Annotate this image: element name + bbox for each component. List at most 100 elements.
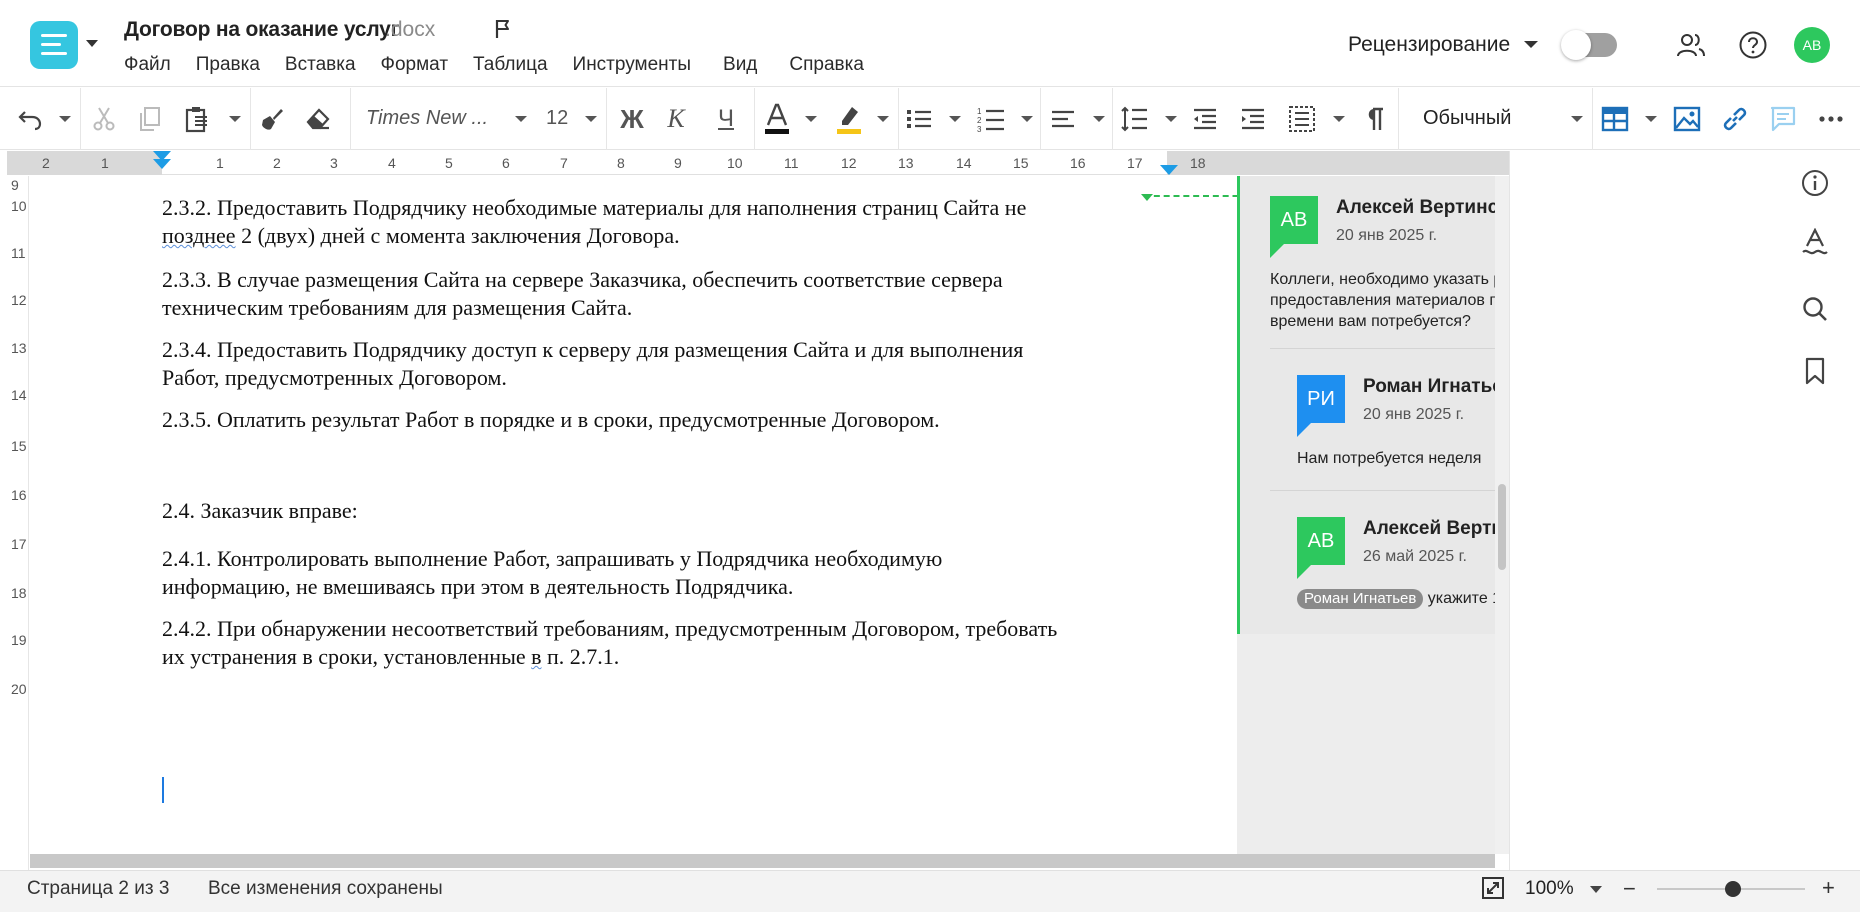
copy-button[interactable] bbox=[136, 88, 164, 150]
numbered-list-chevron-down-icon[interactable] bbox=[1020, 88, 1034, 150]
undo-button[interactable] bbox=[14, 88, 46, 150]
avatar-initials: АВ bbox=[1280, 208, 1308, 231]
zoom-out-button[interactable]: − bbox=[1623, 876, 1636, 902]
bold-button[interactable]: Ж bbox=[614, 88, 650, 150]
menu-insert[interactable]: Вставка bbox=[285, 54, 356, 78]
page-indicator[interactable]: Страница 2 из 3 bbox=[27, 878, 169, 900]
outdent-icon bbox=[1194, 108, 1216, 130]
font-size-chevron-down-icon[interactable] bbox=[584, 88, 598, 150]
italic-button[interactable]: К bbox=[660, 88, 692, 150]
paragraph-2-3-3[interactable]: 2.3.3. В случае размещения Сайта на серв… bbox=[162, 266, 1192, 322]
insert-table-chevron-down-icon[interactable] bbox=[1644, 88, 1658, 150]
right-indent-marker[interactable] bbox=[1160, 165, 1178, 175]
paragraph-2-3-2[interactable]: 2.3.2. Предоставить Подрядчику необходим… bbox=[162, 194, 1192, 250]
menu-edit[interactable]: Правка bbox=[196, 54, 260, 78]
zoom-level[interactable]: 100% bbox=[1525, 878, 1574, 900]
spellcheck-icon[interactable] bbox=[1800, 228, 1830, 258]
underline-button[interactable]: Ч bbox=[710, 88, 742, 150]
horizontal-ruler[interactable]: 2 1 1 2 3 4 5 6 7 8 9 10 11 12 13 14 15 … bbox=[7, 151, 1509, 175]
menu-tools[interactable]: Инструменты bbox=[573, 54, 691, 78]
borders-chevron-down-icon[interactable] bbox=[1332, 88, 1346, 150]
users-icon[interactable] bbox=[1676, 31, 1706, 59]
more-options-button[interactable] bbox=[1816, 88, 1846, 150]
spellcheck-word[interactable]: в bbox=[531, 644, 541, 669]
search-icon[interactable] bbox=[1800, 294, 1830, 324]
help-icon[interactable] bbox=[1738, 30, 1768, 60]
review-mode-dropdown[interactable]: Рецензирование bbox=[1348, 33, 1510, 57]
format-painter-button[interactable] bbox=[256, 88, 288, 150]
text-color-chevron-down-icon[interactable] bbox=[804, 88, 818, 150]
bulleted-list-chevron-down-icon[interactable] bbox=[948, 88, 962, 150]
increase-indent-button[interactable] bbox=[1238, 88, 1268, 150]
cut-button[interactable] bbox=[90, 88, 118, 150]
paragraph-2-4-2[interactable]: 2.4.2. При обнаружении несоответствий тр… bbox=[162, 615, 1192, 671]
vertical-ruler[interactable]: 9 10 11 12 13 14 15 16 17 18 19 20 bbox=[7, 176, 29, 870]
image-icon bbox=[1673, 106, 1701, 132]
menu-file[interactable]: Файл bbox=[124, 54, 171, 78]
align-chevron-down-icon[interactable] bbox=[1092, 88, 1106, 150]
insert-table-button[interactable] bbox=[1598, 88, 1632, 150]
numbered-list-button[interactable]: 1 2 3 bbox=[976, 88, 1006, 150]
paragraph-2-3-5[interactable]: 2.3.5. Оплатить результат Работ в порядк… bbox=[162, 406, 1192, 434]
line-spacing-icon bbox=[1121, 106, 1147, 132]
decrease-indent-button[interactable] bbox=[1190, 88, 1220, 150]
font-family-chevron-down-icon[interactable] bbox=[514, 88, 528, 150]
review-mode-toggle[interactable] bbox=[1561, 30, 1617, 60]
ruler-label: 8 bbox=[617, 155, 625, 171]
paragraph-line: 2.3.4. Предоставить Подрядчику доступ к … bbox=[162, 337, 1024, 362]
zoom-in-button[interactable]: + bbox=[1822, 875, 1835, 901]
svg-text:3: 3 bbox=[977, 125, 982, 133]
undo-history-dropdown[interactable] bbox=[58, 88, 72, 150]
vertical-scrollbar-thumb[interactable] bbox=[1498, 484, 1506, 570]
horizontal-scrollbar[interactable] bbox=[30, 854, 1495, 868]
show-formatting-marks-button[interactable] bbox=[1360, 88, 1390, 150]
paragraph-style-select[interactable]: Обычный bbox=[1423, 107, 1511, 130]
document-page[interactable]: 2.3.2. Предоставить Подрядчику необходим… bbox=[30, 176, 1237, 854]
menu-view[interactable]: Вид bbox=[723, 54, 757, 78]
insert-link-button[interactable] bbox=[1718, 88, 1752, 150]
vertical-scrollbar[interactable] bbox=[1495, 176, 1509, 854]
document-title[interactable]: Договор на оказание услуг bbox=[124, 18, 399, 42]
right-sidebar bbox=[1509, 151, 1860, 870]
app-logo-icon[interactable] bbox=[30, 21, 78, 69]
paragraph-2-3-4[interactable]: 2.3.4. Предоставить Подрядчику доступ к … bbox=[162, 336, 1192, 392]
bulleted-list-button[interactable] bbox=[904, 88, 934, 150]
user-avatar[interactable]: АВ bbox=[1794, 27, 1830, 63]
mention-chip[interactable]: Роман Игнатьев bbox=[1297, 589, 1424, 609]
highlight-color-button[interactable] bbox=[832, 88, 866, 150]
app-menu-chevron-down-icon[interactable] bbox=[86, 40, 98, 47]
insert-comment-button[interactable] bbox=[1766, 88, 1800, 150]
review-mode-chevron-down-icon[interactable] bbox=[1524, 41, 1538, 48]
font-family-select[interactable]: Times New ... bbox=[366, 107, 488, 130]
bookmark-icon[interactable] bbox=[1800, 356, 1830, 386]
info-icon[interactable] bbox=[1800, 168, 1830, 198]
left-indent-marker[interactable] bbox=[153, 159, 171, 169]
paste-options-dropdown[interactable] bbox=[228, 88, 242, 150]
paragraph-line: 2.3.2. Предоставить Подрядчику необходим… bbox=[162, 195, 1027, 220]
vruler-label: 15 bbox=[11, 438, 27, 454]
borders-button[interactable] bbox=[1286, 88, 1318, 150]
insert-image-button[interactable] bbox=[1670, 88, 1704, 150]
paragraph-2-4-1[interactable]: 2.4.1. Контролировать выполнение Работ, … bbox=[162, 545, 1192, 601]
font-size-select[interactable]: 12 bbox=[546, 107, 568, 130]
zoom-chevron-down-icon[interactable] bbox=[1590, 886, 1602, 893]
paragraph-style-chevron-down-icon[interactable] bbox=[1570, 88, 1584, 150]
highlight-color-chevron-down-icon[interactable] bbox=[876, 88, 890, 150]
text-color-button[interactable] bbox=[760, 88, 794, 150]
line-spacing-chevron-down-icon[interactable] bbox=[1164, 88, 1178, 150]
menu-format[interactable]: Формат bbox=[381, 54, 449, 78]
align-button[interactable] bbox=[1048, 88, 1078, 150]
vruler-label: 12 bbox=[11, 292, 27, 308]
indent-icon bbox=[1242, 108, 1264, 130]
paragraph-2-4[interactable]: 2.4. Заказчик вправе: bbox=[162, 497, 1192, 525]
line-spacing-button[interactable] bbox=[1118, 88, 1150, 150]
paste-button[interactable] bbox=[182, 88, 212, 150]
menu-help[interactable]: Справка bbox=[789, 54, 864, 78]
fit-page-icon[interactable] bbox=[1481, 876, 1505, 900]
flag-icon[interactable] bbox=[494, 18, 512, 40]
clear-formatting-button[interactable] bbox=[302, 88, 334, 150]
menu-table[interactable]: Таблица bbox=[473, 54, 548, 78]
zoom-slider-thumb[interactable] bbox=[1725, 881, 1741, 897]
comment-author[interactable]: Роман Игнатьев bbox=[1363, 376, 1515, 398]
spellcheck-word[interactable]: позднее bbox=[162, 223, 236, 248]
